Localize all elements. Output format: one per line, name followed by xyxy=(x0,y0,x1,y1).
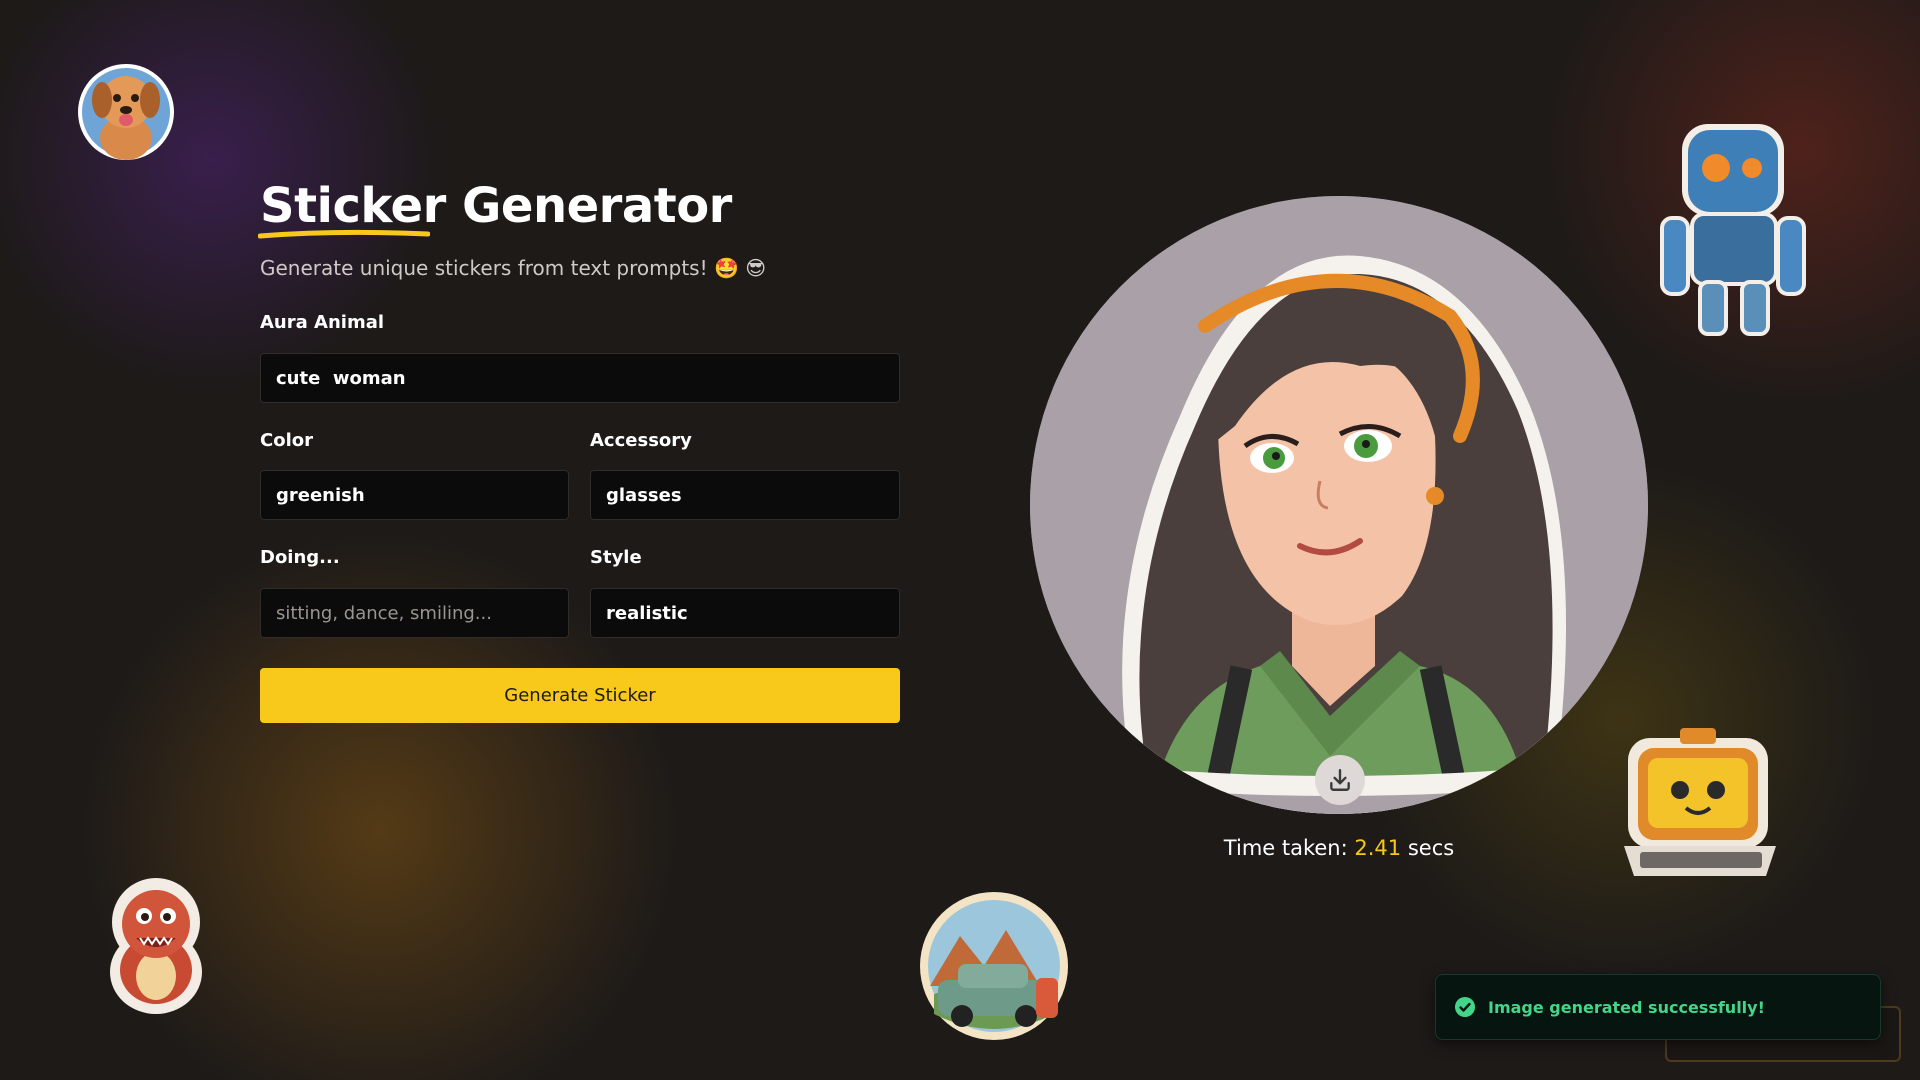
download-icon xyxy=(1330,769,1350,791)
car-sticker xyxy=(918,890,1074,1042)
check-circle-icon xyxy=(1455,997,1475,1017)
accessory-input[interactable] xyxy=(590,470,900,520)
download-button[interactable] xyxy=(1315,755,1365,805)
time-taken-label: Time taken: xyxy=(1223,836,1348,860)
color-input[interactable] xyxy=(260,470,569,520)
robot-sticker xyxy=(1648,118,1816,342)
dragon-sticker xyxy=(96,872,216,1018)
time-taken-unit: secs xyxy=(1407,836,1455,860)
page-subtitle: Generate unique stickers from text promp… xyxy=(260,256,767,280)
doing-label: Doing... xyxy=(260,547,340,568)
dog-sticker xyxy=(76,58,176,166)
title-word-generator: Generator xyxy=(462,178,732,234)
time-taken: Time taken: 2.41 secs xyxy=(1030,836,1648,860)
color-label: Color xyxy=(260,430,313,451)
style-label: Style xyxy=(590,547,642,568)
laptop-sticker xyxy=(1620,728,1782,884)
toast-message: Image generated successfully! xyxy=(1488,997,1765,1017)
accessory-label: Accessory xyxy=(590,430,692,451)
time-taken-value: 2.41 xyxy=(1354,836,1402,860)
generate-sticker-button[interactable]: Generate Sticker xyxy=(260,668,900,723)
page-title: Sticker Generator xyxy=(258,178,732,239)
title-word-sticker: Sticker xyxy=(260,178,446,234)
doing-input[interactable] xyxy=(260,588,569,638)
aura-animal-input[interactable] xyxy=(260,353,900,403)
style-input[interactable] xyxy=(590,588,900,638)
aura-animal-label: Aura Animal xyxy=(260,312,385,333)
generated-sticker-image xyxy=(1030,196,1648,814)
success-toast: Image generated successfully! xyxy=(1435,974,1881,1040)
title-underline xyxy=(258,229,430,239)
